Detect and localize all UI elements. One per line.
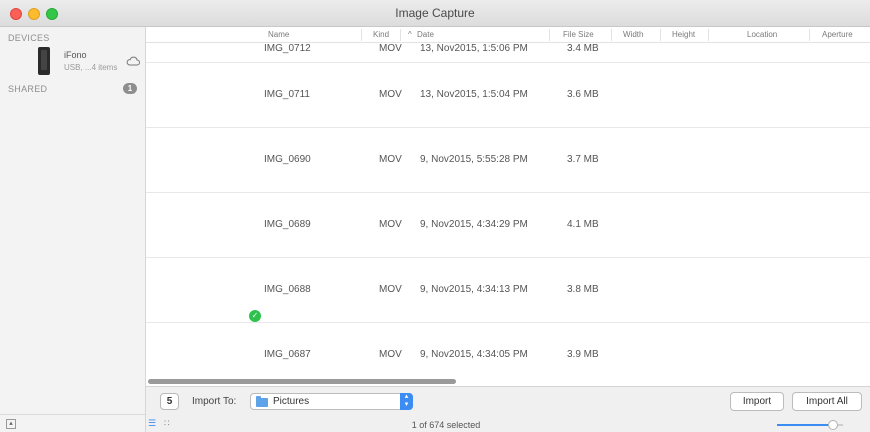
row-name: IMG_0712 xyxy=(264,43,311,54)
row-date: 13, Nov2015, 1:5:04 PM xyxy=(420,89,528,100)
file-list[interactable]: IMG_0712 MOV 13, Nov2015, 1:5:06 PM 3.4 … xyxy=(146,43,870,383)
row-kind: MOV xyxy=(379,43,402,54)
table-row[interactable]: IMG_0688 MOV 9, Nov2015, 4:34:13 PM 3.8 … xyxy=(146,258,870,323)
bottom-toolbar: 5 Import To: Pictures ▴ ▾ Import Import A… xyxy=(146,386,870,416)
row-kind: MOV xyxy=(379,219,402,230)
row-name: IMG_0690 xyxy=(264,154,311,165)
sidebar-add-icon[interactable]: ▴ xyxy=(6,419,16,429)
window-title: Image Capture xyxy=(395,6,475,20)
row-kind: MOV xyxy=(379,154,402,165)
import-all-button[interactable]: Import All xyxy=(792,392,862,411)
row-kind: MOV xyxy=(379,89,402,100)
row-name: IMG_0687 xyxy=(264,349,311,360)
table-row[interactable]: IMG_0712 MOV 13, Nov2015, 1:5:06 PM 3.4 … xyxy=(146,43,870,63)
row-date: 9, Nov2015, 4:34:29 PM xyxy=(420,219,528,230)
column-location[interactable]: Location xyxy=(747,30,777,39)
row-kind: MOV xyxy=(379,349,402,360)
row-date: 9, Nov2015, 5:55:28 PM xyxy=(420,154,528,165)
thumbnail-size-slider[interactable] xyxy=(777,420,843,430)
folder-name: Pictures xyxy=(273,396,310,407)
slider-fill xyxy=(777,424,834,426)
column-width[interactable]: Width xyxy=(623,30,643,39)
sort-ascending-icon: ^ xyxy=(408,30,412,39)
devices-heading: DEVICES xyxy=(8,33,50,43)
row-date: 9, Nov2015, 4:34:13 PM xyxy=(420,284,528,295)
imported-check-icon: ✓ xyxy=(249,310,261,322)
import-to-label: Import To: xyxy=(192,396,237,407)
row-name: IMG_0688 xyxy=(264,284,311,295)
sidebar: DEVICES iFono USB, ...4 items SHARED 1 ▴ xyxy=(0,27,146,432)
row-size: 4.1 MB xyxy=(567,219,599,230)
import-destination-select[interactable]: Pictures ▴ ▾ xyxy=(250,393,413,410)
device-item[interactable]: iFono USB, ...4 items xyxy=(0,47,145,81)
device-subtitle: USB, ...4 items xyxy=(64,63,118,72)
shared-count-badge: 1 xyxy=(123,83,137,94)
status-bar: ☰ ∷ 1 of 674 selected xyxy=(146,416,870,432)
title-bar[interactable]: Image Capture xyxy=(0,0,870,27)
column-file-size[interactable]: File Size xyxy=(563,30,594,39)
row-size: 3.7 MB xyxy=(567,154,599,165)
column-height[interactable]: Height xyxy=(672,30,695,39)
phone-icon xyxy=(38,47,50,75)
column-aperture[interactable]: Aperture xyxy=(822,30,853,39)
column-date[interactable]: Date xyxy=(417,30,434,39)
column-kind[interactable]: Kind xyxy=(373,30,389,39)
device-name: iFono xyxy=(64,50,87,60)
table-row[interactable]: IMG_0690 MOV 9, Nov2015, 5:55:28 PM 3.7 … xyxy=(146,128,870,193)
slider-knob[interactable] xyxy=(828,420,839,430)
chevron-up-down-icon: ▴ ▾ xyxy=(400,393,413,410)
column-header: Name Kind ^ Date File Size Width Height … xyxy=(146,27,870,43)
row-date: 13, Nov2015, 1:5:06 PM xyxy=(420,43,528,54)
cloud-icon[interactable] xyxy=(126,55,140,67)
folder-icon xyxy=(256,396,268,407)
column-name[interactable]: Name xyxy=(268,30,289,39)
table-row[interactable]: IMG_0687 MOV 9, Nov2015, 4:34:05 PM 3.9 … xyxy=(146,323,870,383)
sidebar-footer: ▴ xyxy=(0,414,145,432)
import-button[interactable]: Import xyxy=(730,392,784,411)
shared-heading: SHARED xyxy=(8,84,48,94)
row-kind: MOV xyxy=(379,284,402,295)
scrollbar-thumb[interactable] xyxy=(148,379,456,384)
horizontal-scrollbar[interactable] xyxy=(148,379,868,384)
image-capture-window: Image Capture DEVICES iFono USB, ...4 it… xyxy=(0,0,870,432)
rotate-left-icon[interactable]: 5 xyxy=(160,393,179,410)
selection-status: 1 of 674 selected xyxy=(411,420,481,430)
row-size: 3.9 MB xyxy=(567,349,599,360)
row-date: 9, Nov2015, 4:34:05 PM xyxy=(420,349,528,360)
table-row[interactable]: IMG_0689 MOV 9, Nov2015, 4:34:29 PM 4.1 … xyxy=(146,193,870,258)
main-panel: Name Kind ^ Date File Size Width Height … xyxy=(146,27,870,432)
row-size: 3.6 MB xyxy=(567,89,599,100)
row-name: IMG_0689 xyxy=(264,219,311,230)
table-row[interactable]: IMG_0711 MOV 13, Nov2015, 1:5:04 PM 3.6 … xyxy=(146,63,870,128)
row-size: 3.8 MB xyxy=(567,284,599,295)
row-name: IMG_0711 xyxy=(264,89,310,100)
row-size: 3.4 MB xyxy=(567,43,599,54)
